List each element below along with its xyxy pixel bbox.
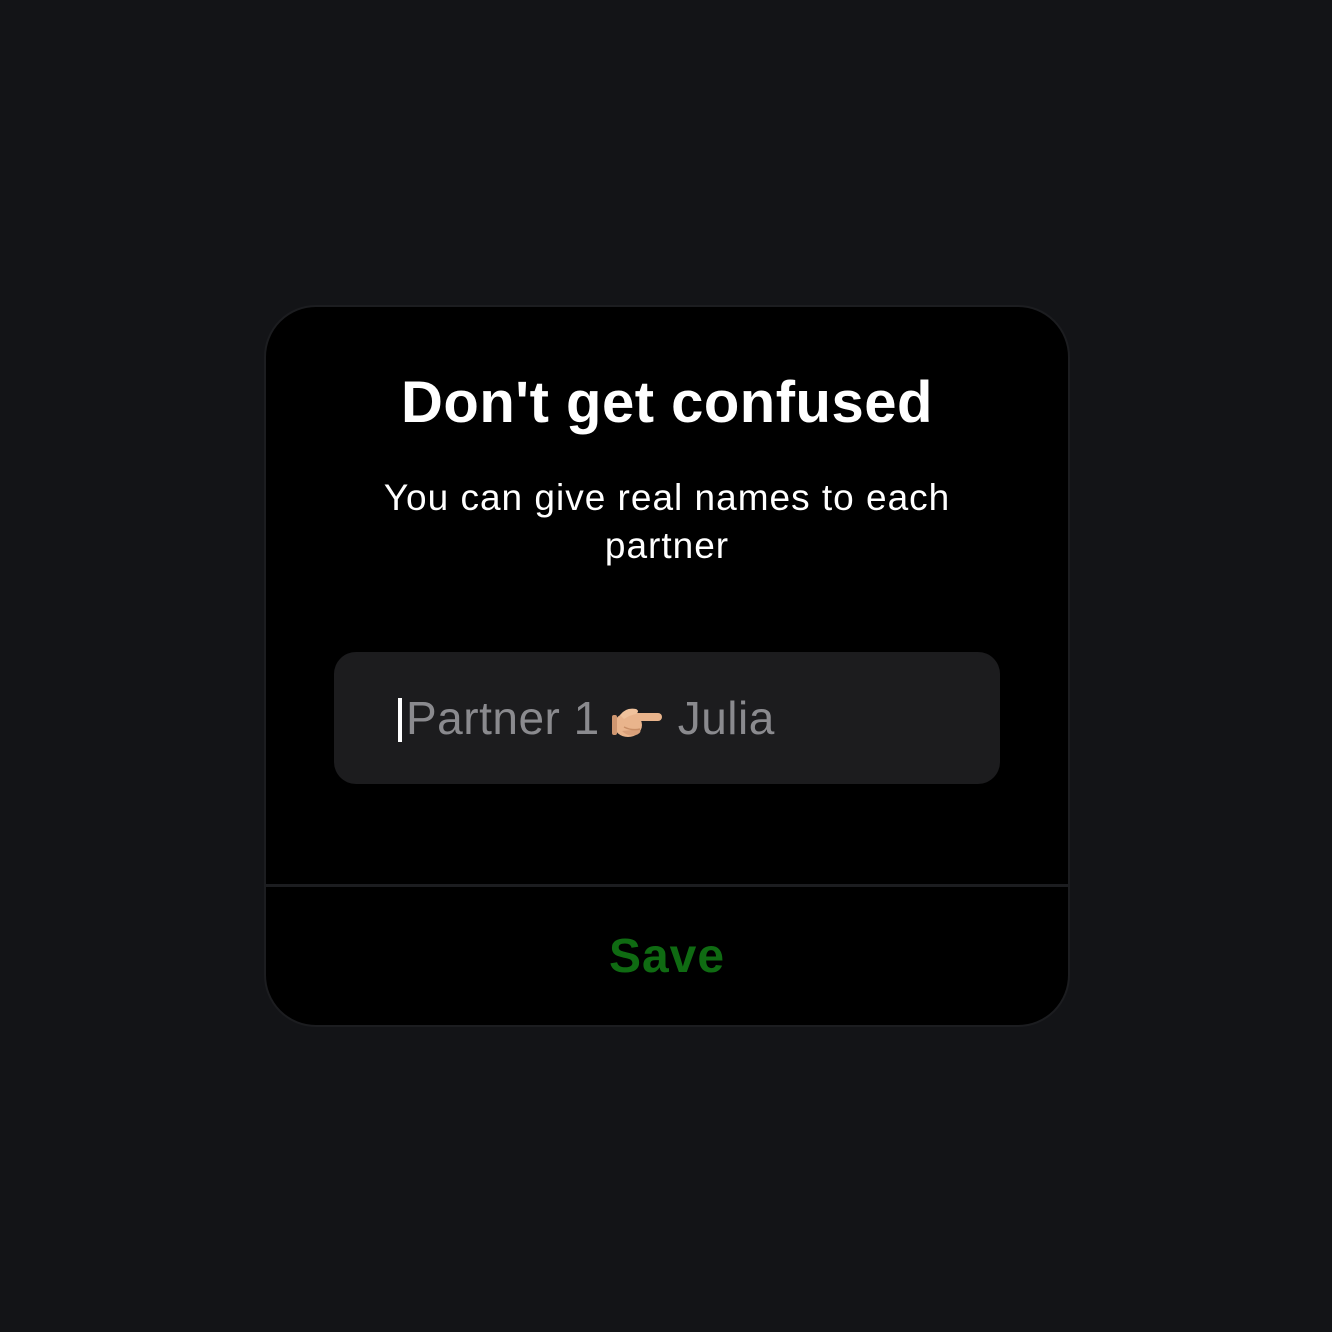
text-caret [398,698,402,742]
save-button[interactable]: Save [266,887,1068,1025]
rename-partner-dialog: Don't get confused You can give real nam… [264,305,1070,1027]
dialog-message: You can give real names to each partner [383,477,951,566]
input-placeholder: Partner 1 Julia [406,691,775,745]
placeholder-partner-text: Partner 1 [406,692,600,744]
dialog-title: Don't get confused [401,370,933,435]
placeholder-name-text: Julia [677,692,775,744]
backhand-index-pointing-right-icon [611,698,664,738]
screen-background: Don't get confused You can give real nam… [0,0,1332,1332]
partner-name-input[interactable]: Partner 1 Julia [334,652,1000,784]
